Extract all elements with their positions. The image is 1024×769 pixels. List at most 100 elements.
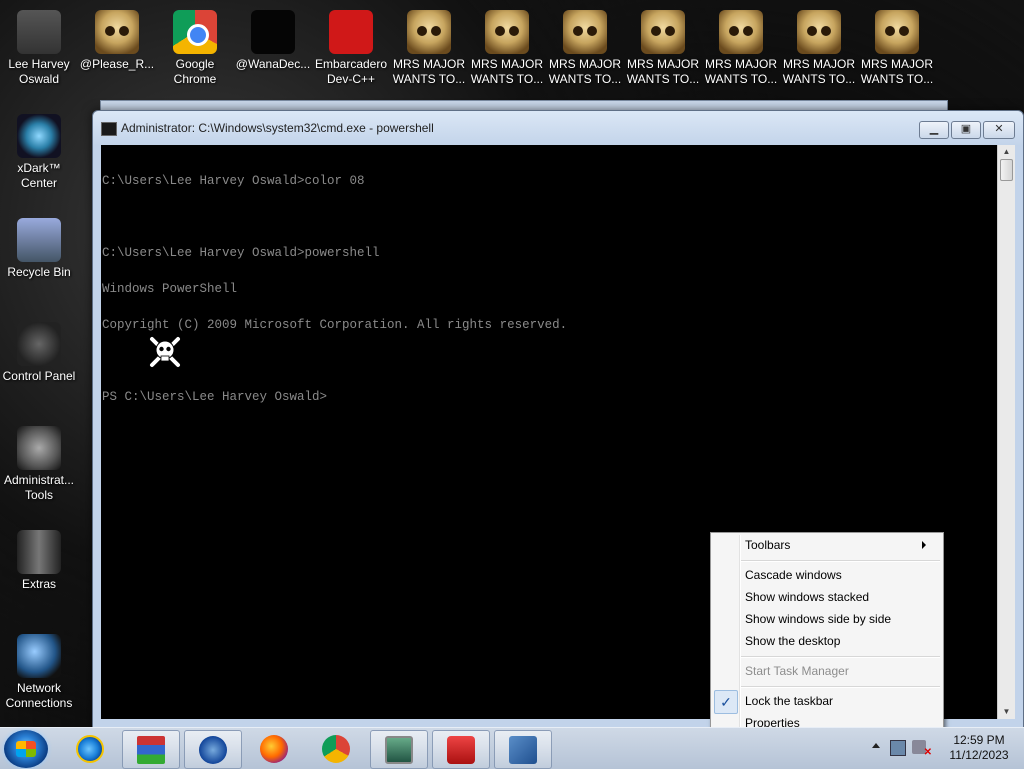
desktop-icon-label: MRS MAJOR WANTS TO...	[704, 57, 778, 86]
start-button[interactable]	[4, 730, 48, 768]
xdark-icon	[17, 114, 61, 158]
cmd-icon	[101, 122, 117, 136]
console-line: C:\Users\Lee Harvey Oswald>color 08	[102, 174, 365, 188]
vertical-scrollbar[interactable]: ▲ ▼	[997, 145, 1015, 719]
skull-icon	[563, 10, 607, 54]
desktop-icon-label: Google Chrome	[173, 57, 217, 86]
checkmark-icon: ✓	[714, 690, 738, 714]
desktop-icon-label: @WanaDec...	[235, 57, 311, 71]
desktop-icon-please-r[interactable]: @Please_R...	[79, 4, 155, 72]
scroll-thumb[interactable]	[1000, 159, 1013, 181]
desktop-icon-mrs-major-4[interactable]: MRS MAJOR WANTS TO...	[625, 4, 701, 87]
desktop-icon-label: @Please_R...	[79, 57, 155, 71]
desktop-icon-label: MRS MAJOR WANTS TO...	[548, 57, 622, 86]
skull-icon	[485, 10, 529, 54]
desktop-icon-recycle-bin[interactable]: Recycle Bin	[1, 212, 77, 280]
menu-separator	[741, 656, 940, 658]
taskbar-toolbox[interactable]	[432, 730, 490, 769]
console-line: Windows PowerShell	[102, 282, 238, 296]
desktop-icon-label: Lee Harvey Oswald	[8, 57, 70, 86]
desktop-icon-extras[interactable]: Extras	[1, 524, 77, 592]
taskbar-firefox[interactable]	[246, 730, 302, 767]
folder-icon	[17, 530, 61, 574]
desktop-icon-mrs-major-2[interactable]: MRS MAJOR WANTS TO...	[469, 4, 545, 87]
desktop-icon-label: Administrat... Tools	[3, 473, 75, 502]
menu-item-show-windows-stacked[interactable]: Show windows stacked	[745, 587, 869, 607]
menu-item-show-windows-side-by-side[interactable]: Show windows side by side	[745, 609, 891, 629]
devcpp-icon	[329, 10, 373, 54]
clock-time: 12:59 PM	[953, 733, 1005, 747]
taskbar-itunes[interactable]	[184, 730, 242, 769]
winrar-icon	[137, 736, 165, 764]
minimize-button[interactable]: ▁	[919, 121, 949, 139]
console-line: Copyright (C) 2009 Microsoft Corporation…	[102, 318, 568, 332]
console-line: C:\Users\Lee Harvey Oswald>powershell	[102, 246, 380, 260]
menu-item-lock-taskbar[interactable]: Lock the taskbar	[745, 691, 833, 711]
taskbar-chrome[interactable]	[308, 730, 364, 767]
control-panel-icon	[17, 322, 61, 366]
desktop-icon-dev-cpp[interactable]: Embarcadero Dev-C++	[313, 4, 389, 87]
desktop-icon-admin-tools[interactable]: Administrat... Tools	[1, 420, 77, 503]
scroll-down-arrow-icon[interactable]: ▼	[998, 705, 1015, 719]
taskbar-cmd-window[interactable]	[494, 730, 552, 769]
chrome-icon	[173, 10, 217, 54]
volume-muted-icon[interactable]	[912, 740, 932, 758]
taskbar[interactable]: 12:59 PM 11/12/2023	[0, 727, 1024, 769]
taskbar-context-menu: Toolbars Cascade windows Show windows st…	[710, 532, 944, 738]
desktop-icon-label: Network Connections	[5, 681, 73, 710]
network-tray-icon[interactable]	[890, 740, 906, 756]
desktop-icon-mrs-major-1[interactable]: MRS MAJOR WANTS TO...	[391, 4, 467, 87]
desktop-icon-mrs-major-7[interactable]: MRS MAJOR WANTS TO...	[859, 4, 935, 87]
window-titlebar[interactable]: Administrator: C:\Windows\system32\cmd.e…	[93, 111, 1023, 145]
network-icon	[17, 634, 61, 678]
menu-item-cascade-windows[interactable]: Cascade windows	[745, 565, 842, 585]
task-monitor-icon	[385, 736, 413, 764]
menu-separator	[741, 686, 940, 688]
clock[interactable]: 12:59 PM 11/12/2023	[940, 733, 1018, 763]
desktop-icon-label: MRS MAJOR WANTS TO...	[626, 57, 700, 86]
firefox-icon	[260, 735, 288, 763]
system-tray: 12:59 PM 11/12/2023	[864, 728, 1024, 769]
black-file-icon	[251, 10, 295, 54]
skull-icon	[641, 10, 685, 54]
taskbar-internet-explorer[interactable]	[62, 730, 118, 767]
internet-explorer-icon	[76, 735, 104, 763]
maximize-button[interactable]: ▣	[951, 121, 981, 139]
scroll-up-arrow-icon[interactable]: ▲	[998, 145, 1015, 159]
desktop-icon-mrs-major-3[interactable]: MRS MAJOR WANTS TO...	[547, 4, 623, 87]
menu-item-label: Toolbars	[745, 538, 791, 552]
desktop-icon-mrs-major-6[interactable]: MRS MAJOR WANTS TO...	[781, 4, 857, 87]
desktop-icon-label: MRS MAJOR WANTS TO...	[782, 57, 856, 86]
desktop-icon-label: MRS MAJOR WANTS TO...	[392, 57, 466, 86]
toolbox-icon	[447, 736, 475, 764]
menu-item-show-desktop[interactable]: Show the desktop	[745, 631, 840, 651]
desktop-icon-wanadec[interactable]: @WanaDec...	[235, 4, 311, 72]
taskbar-task-monitor[interactable]	[370, 730, 428, 769]
taskbar-winrar[interactable]	[122, 730, 180, 769]
console-prompt: PS C:\Users\Lee Harvey Oswald>	[102, 390, 328, 404]
show-hidden-icons-icon[interactable]	[872, 743, 880, 748]
recycle-bin-icon	[17, 218, 61, 262]
admin-tools-icon	[17, 426, 61, 470]
desktop-icon-mrs-major-5[interactable]: MRS MAJOR WANTS TO...	[703, 4, 779, 87]
desktop-icon-control-panel[interactable]: Control Panel	[1, 316, 77, 384]
menu-item-start-task-manager: Start Task Manager	[745, 664, 849, 678]
desktop-icon-xdark-center[interactable]: xDark™ Center	[1, 108, 77, 191]
close-button[interactable]: ✕	[983, 121, 1015, 139]
menu-separator	[741, 560, 940, 562]
desktop-icon-network-connections[interactable]: Network Connections	[1, 628, 77, 711]
cmd-window-icon	[509, 736, 537, 764]
menu-item-toolbars[interactable]: Toolbars	[745, 535, 935, 555]
desktop-icon-lee-harvey-oswald[interactable]: Lee Harvey Oswald	[1, 4, 77, 87]
desktop-icon-google-chrome[interactable]: Google Chrome	[157, 4, 233, 87]
desktop-icon-label: MRS MAJOR WANTS TO...	[470, 57, 544, 86]
skull-icon	[719, 10, 763, 54]
submenu-arrow-icon	[922, 541, 926, 549]
desktop-icon-label: MRS MAJOR WANTS TO...	[860, 57, 934, 86]
chrome-icon	[322, 735, 350, 763]
window-title: Administrator: C:\Windows\system32\cmd.e…	[121, 121, 434, 135]
skull-icon	[95, 10, 139, 54]
menu-gutter	[739, 535, 741, 735]
